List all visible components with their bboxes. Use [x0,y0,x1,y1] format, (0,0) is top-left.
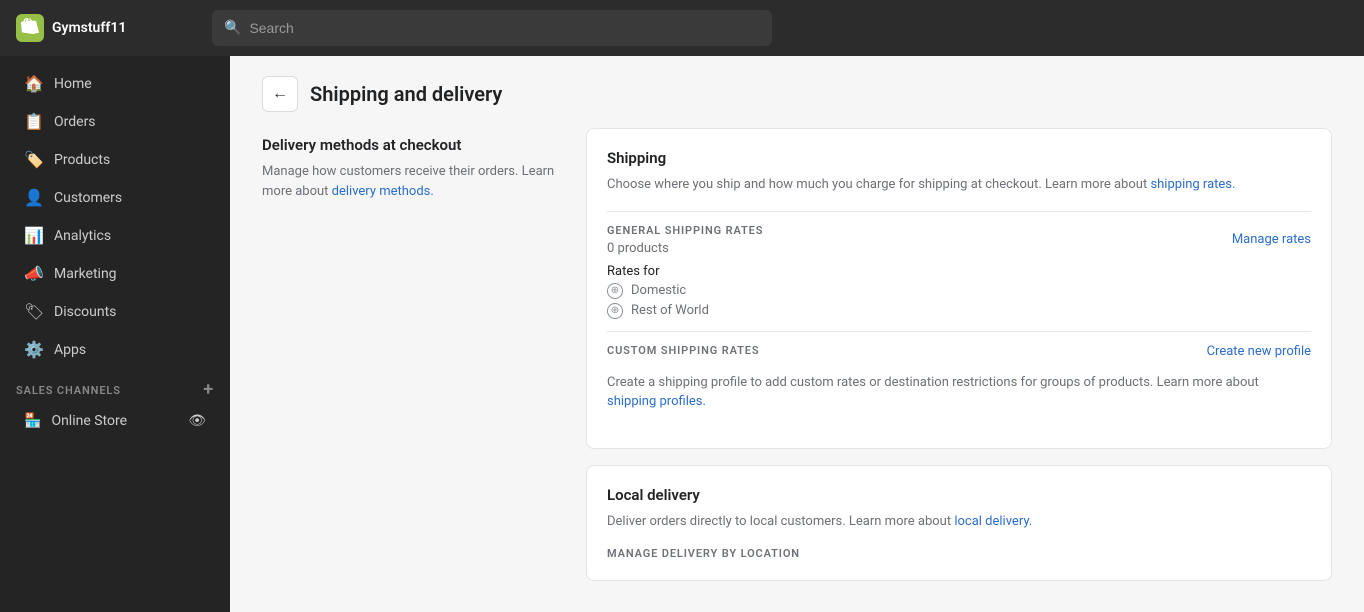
sidebar-item-label: Orders [54,114,96,130]
sidebar-item-orders[interactable]: 📋 Orders [8,103,222,140]
shipping-profiles-link[interactable]: shipping profiles. [607,394,706,409]
delivery-methods-col: Delivery methods at checkout Manage how … [262,128,562,581]
domestic-label: Domestic [631,283,686,298]
main-content: ← Shipping and delivery Delivery methods… [230,56,1364,612]
local-delivery-link[interactable]: local delivery. [954,514,1032,529]
rate-domestic: ⊕ Domestic [607,283,1311,299]
search-bar[interactable]: 🔍 [212,10,772,46]
sales-channels-label: SALES CHANNELS [16,384,121,397]
brand-name: Gymstuff11 [52,20,126,36]
manage-rates-link[interactable]: Manage rates [1232,232,1311,247]
topbar: Gymstuff11 🔍 [0,0,1364,56]
right-col: Shipping Choose where you ship and how m… [586,128,1332,581]
delivery-methods-heading: Delivery methods at checkout [262,136,562,154]
search-input[interactable] [249,20,760,36]
products-icon: 🏷️ [24,150,44,169]
shipping-desc: Choose where you ship and how much you c… [607,175,1311,195]
sidebar: 🏠 Home 📋 Orders 🏷️ Products 👤 Customers … [0,56,230,612]
home-icon: 🏠 [24,74,44,93]
create-profile-link[interactable]: Create new profile [1207,344,1311,359]
sidebar-item-analytics[interactable]: 📊 Analytics [8,217,222,254]
page-title: Shipping and delivery [310,82,502,106]
sidebar-item-label: Home [54,76,92,92]
online-store-label: Online Store [51,413,127,429]
local-delivery-card: Local delivery Deliver orders directly t… [586,465,1332,582]
sidebar-item-label: Discounts [54,304,116,320]
marketing-icon: 📣 [24,264,44,283]
orders-icon: 📋 [24,112,44,131]
custom-rates-desc: Create a shipping profile to add custom … [607,373,1311,412]
sidebar-item-customers[interactable]: 👤 Customers [8,179,222,216]
manage-delivery-label: MANAGE DELIVERY BY LOCATION [607,547,1311,560]
local-delivery-desc: Deliver orders directly to local custome… [607,512,1311,532]
general-rates-row: GENERAL SHIPPING RATES 0 products Manage… [607,224,1311,256]
sidebar-item-online-store[interactable]: 🏪 Online Store 👁 [8,404,222,438]
apps-icon: ⚙️ [24,340,44,359]
add-channel-button[interactable]: + [203,381,214,399]
sidebar-item-products[interactable]: 🏷️ Products [8,141,222,178]
custom-rates-row: CUSTOM SHIPPING RATES Create new profile [607,344,1311,361]
delivery-methods-desc: Manage how customers receive their order… [262,162,562,201]
shipping-title: Shipping [607,149,1311,167]
shipping-card: Shipping Choose where you ship and how m… [586,128,1332,449]
discounts-icon: 🏷 [24,302,44,321]
analytics-icon: 📊 [24,226,44,245]
rest-of-world-label: Rest of World [631,303,709,318]
customers-icon: 👤 [24,188,44,207]
shipping-rates-link[interactable]: shipping rates. [1150,177,1235,192]
custom-rates-label: CUSTOM SHIPPING RATES [607,344,759,357]
rate-rest-of-world: ⊕ Rest of World [607,303,1311,319]
products-count: 0 products [607,241,763,256]
delivery-methods-link[interactable]: delivery methods. [332,184,434,199]
sidebar-item-label: Apps [54,342,86,358]
sidebar-item-marketing[interactable]: 📣 Marketing [8,255,222,292]
brand: Gymstuff11 [16,14,196,42]
rates-for-label: Rates for [607,264,1311,279]
page-header: ← Shipping and delivery [230,56,1364,128]
eye-icon[interactable]: 👁 [188,413,206,429]
sidebar-item-label: Customers [54,190,122,206]
back-button[interactable]: ← [262,76,298,112]
general-rates-label: GENERAL SHIPPING RATES [607,224,763,237]
globe-icon-row: ⊕ [607,303,623,319]
content-area: Delivery methods at checkout Manage how … [230,128,1364,612]
sidebar-item-discounts[interactable]: 🏷 Discounts [8,293,222,330]
search-icon: 🔍 [224,20,241,36]
local-delivery-title: Local delivery [607,486,1311,504]
sidebar-item-label: Analytics [54,228,111,244]
sidebar-item-apps[interactable]: ⚙️ Apps [8,331,222,368]
sales-channels-section: SALES CHANNELS + [0,369,230,403]
sidebar-item-home[interactable]: 🏠 Home [8,65,222,102]
online-store-icon: 🏪 [24,413,41,429]
globe-icon-domestic: ⊕ [607,283,623,299]
shopify-logo [16,14,44,42]
sidebar-item-label: Marketing [54,266,117,282]
sidebar-item-label: Products [54,152,110,168]
layout: 🏠 Home 📋 Orders 🏷️ Products 👤 Customers … [0,56,1364,612]
